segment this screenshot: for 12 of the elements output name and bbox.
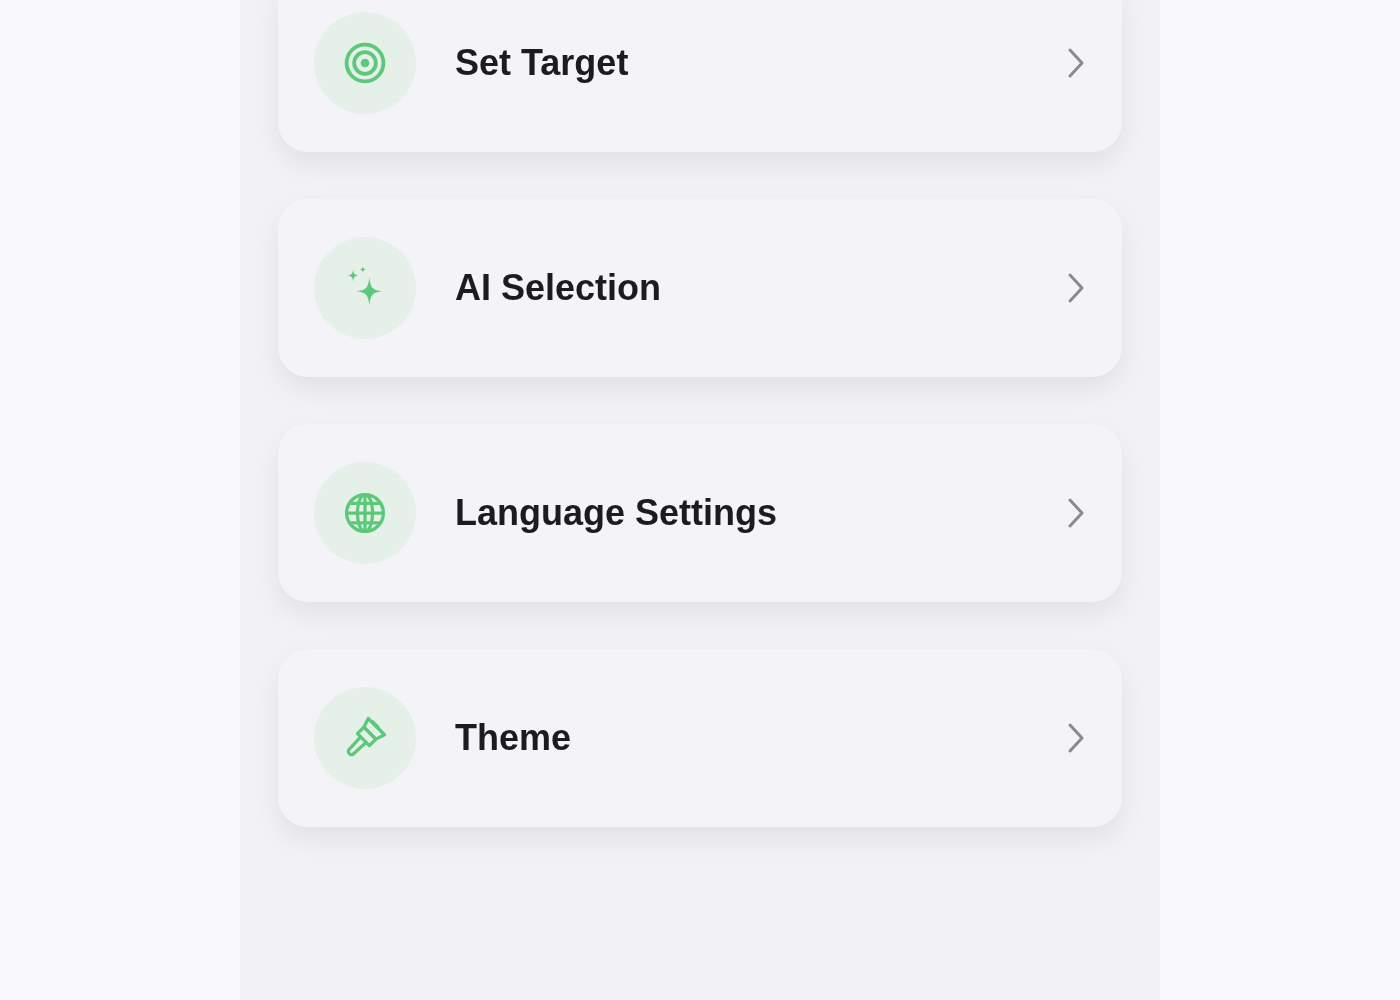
chevron-icon xyxy=(1066,47,1086,79)
menu-item[interactable]: Set Target xyxy=(278,0,1122,152)
chevron-icon xyxy=(1066,272,1086,304)
menu-label: Set Target xyxy=(455,41,630,85)
menu-item[interactable]: AI Selection xyxy=(278,199,1122,377)
chevron-icon xyxy=(1066,722,1086,754)
menu-label: Language Settings xyxy=(455,491,779,535)
menu-item[interactable]: Language Settings xyxy=(278,424,1122,602)
chevron-icon xyxy=(1066,497,1086,529)
menu-label: Theme xyxy=(455,716,573,760)
menu-item[interactable]: Theme xyxy=(278,649,1122,827)
menu-label: AI Selection xyxy=(455,266,663,310)
